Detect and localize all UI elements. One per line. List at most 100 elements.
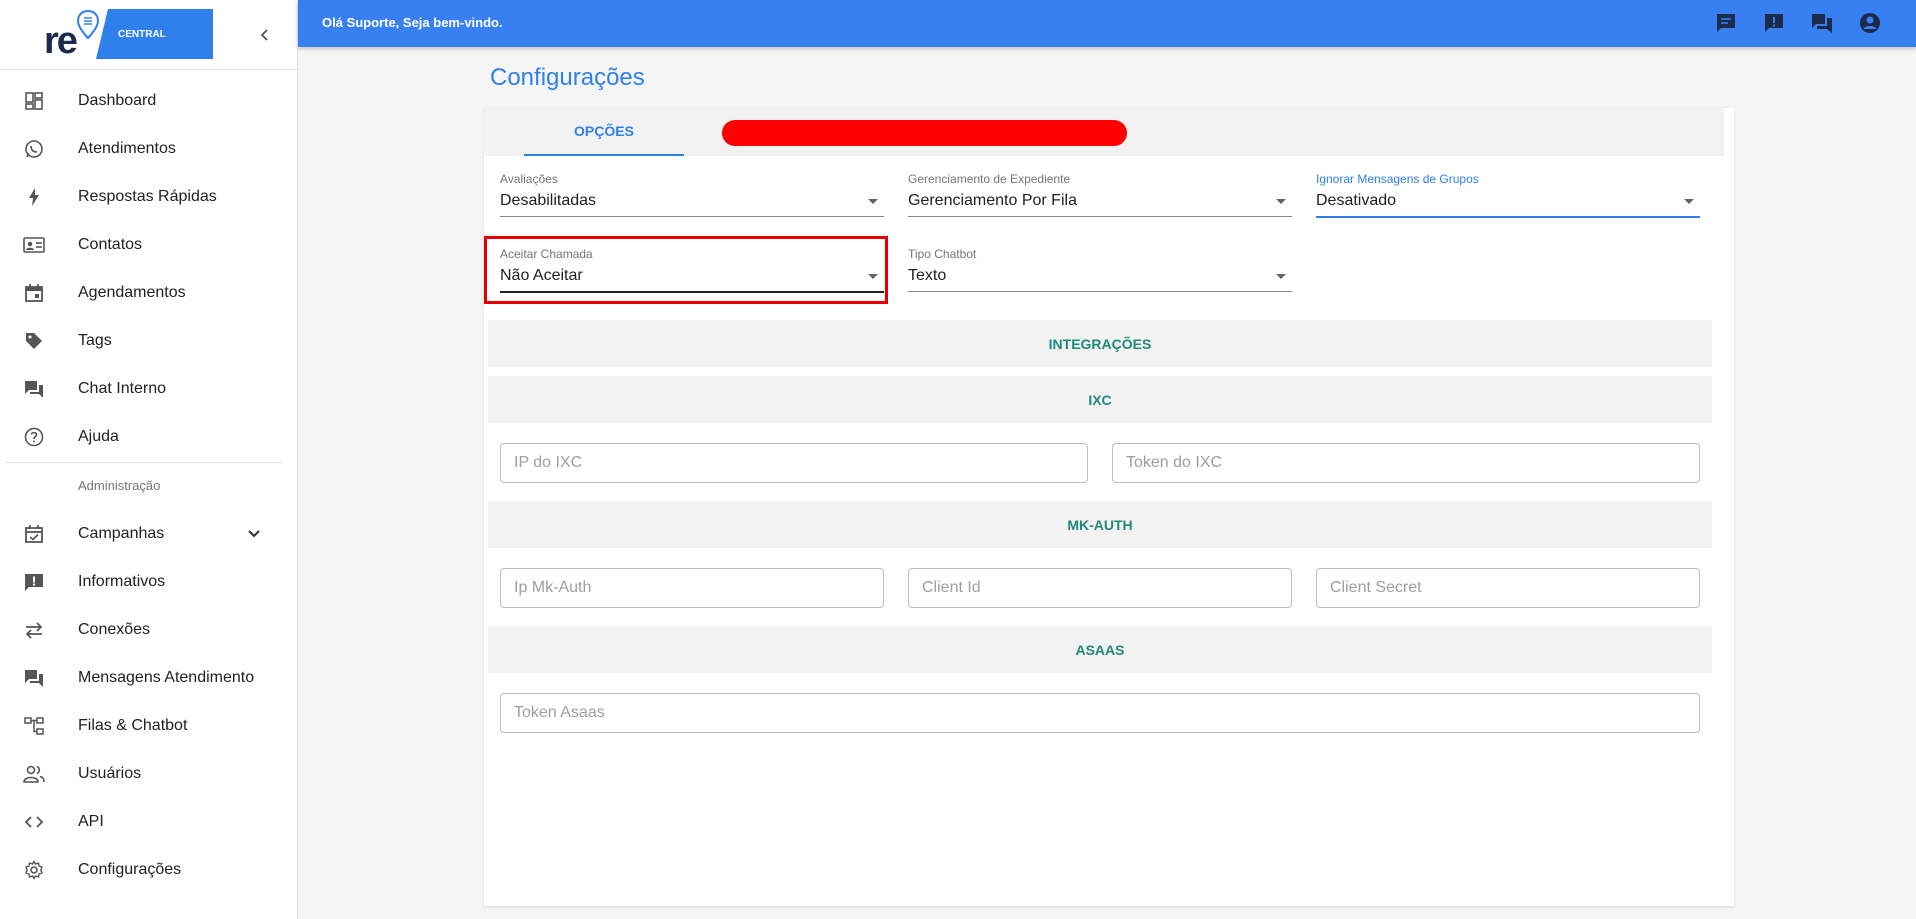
sidebar-item-label: Informativos: [78, 573, 166, 590]
sidebar-item-contatos[interactable]: Contatos: [0, 221, 298, 269]
logo-area: re CENTRAL: [0, 0, 297, 70]
sidebar-item-atendimentos[interactable]: Atendimentos: [0, 125, 298, 173]
announcement-icon[interactable]: [1762, 11, 1786, 35]
tipo-chatbot-select[interactable]: Tipo Chatbot Texto: [908, 247, 1292, 301]
asaas-token-input[interactable]: [500, 693, 1700, 733]
sidebar-item-label: Configurações: [78, 861, 182, 878]
field-underline: [908, 216, 1292, 217]
ixc-ip-input[interactable]: [500, 443, 1088, 483]
field-value: Desativado: [1316, 192, 1397, 209]
tab-opcoes[interactable]: OPÇÕES: [524, 108, 684, 156]
tabs-bar: OPÇÕES: [484, 108, 1724, 156]
sidebar-item-label: Contatos: [78, 236, 143, 253]
event-check-icon: [22, 522, 46, 546]
dropdown-arrow-icon: [1684, 199, 1694, 204]
field-underline: [908, 291, 1292, 292]
sidebar-item-label: Respostas Rápidas: [78, 188, 217, 205]
sidebar-item-label: Ajuda: [78, 428, 119, 445]
sidebar-item-agendamentos[interactable]: Agendamentos: [0, 269, 298, 317]
collapse-sidebar-button[interactable]: [254, 24, 276, 46]
logo-banner: CENTRAL: [96, 9, 213, 59]
sidebar-item-label: Agendamentos: [78, 284, 186, 301]
sidebar-divider: [6, 462, 281, 463]
sidebar-item-respostas-rapidas[interactable]: Respostas Rápidas: [0, 173, 298, 221]
sidebar-item-conexoes[interactable]: Conexões: [0, 606, 298, 654]
dropdown-arrow-icon: [1276, 199, 1286, 204]
sidebar-item-chat-interno[interactable]: Chat Interno: [0, 365, 298, 413]
logo-text: re: [44, 20, 78, 62]
flash-icon: [22, 185, 46, 209]
field-underline: [500, 291, 884, 293]
ixc-header[interactable]: IXC: [488, 376, 1712, 423]
dashboard-icon: [22, 89, 46, 113]
sidebar-item-label: Filas & Chatbot: [78, 717, 188, 734]
field-label: Ignorar Mensagens de Grupos: [1316, 172, 1479, 186]
chevron-left-icon: [260, 29, 268, 41]
calendar-icon: [22, 281, 46, 305]
chevron-down-icon: [242, 522, 266, 546]
sidebar-item-label: Mensagens Atendimento: [78, 669, 255, 686]
aceitar-chamada-select[interactable]: Aceitar Chamada Não Aceitar: [500, 247, 884, 301]
field-value: Gerenciamento Por Fila: [908, 192, 1077, 209]
page-title: Configurações: [490, 64, 645, 91]
field-label: Avaliações: [500, 172, 558, 186]
top-app-bar: Olá Suporte, Seja bem-vindo.: [298, 0, 1916, 47]
gear-icon: [22, 858, 46, 882]
sidebar-item-tags[interactable]: Tags: [0, 317, 298, 365]
avaliacoes-select[interactable]: Avaliações Desabilitadas: [500, 172, 884, 226]
tag-icon: [22, 329, 46, 353]
field-underline: [500, 216, 884, 217]
field-label: Tipo Chatbot: [908, 247, 977, 261]
sidebar-item-informativos[interactable]: Informativos: [0, 558, 298, 606]
sidebar-item-label: API: [78, 813, 104, 830]
dropdown-arrow-icon: [868, 199, 878, 204]
field-value: Texto: [908, 267, 947, 284]
field-value: Não Aceitar: [500, 267, 583, 284]
ignorar-grupos-select[interactable]: Ignorar Mensagens de Grupos Desativado: [1316, 172, 1700, 226]
whatsapp-icon: [22, 137, 46, 161]
sidebar-item-label: Atendimentos: [78, 140, 176, 157]
help-icon: [22, 425, 46, 449]
field-label: Aceitar Chamada: [500, 247, 593, 261]
sidebar-item-label: Tags: [78, 332, 112, 349]
sidebar-item-mensagens-atendimento[interactable]: Mensagens Atendimento: [0, 654, 298, 702]
chat-icon[interactable]: [1714, 11, 1738, 35]
expediente-select[interactable]: Gerenciamento de Expediente Gerenciament…: [908, 172, 1292, 226]
sidebar-item-label: Campanhas: [78, 525, 165, 542]
sidebar-item-configuracoes[interactable]: Configurações: [0, 846, 298, 894]
mkauth-ip-input[interactable]: [500, 568, 884, 608]
admin-subheader: Administração: [78, 478, 161, 493]
greeting-text: Olá Suporte, Seja bem-vindo.: [322, 15, 503, 30]
sidebar-item-label: Dashboard: [78, 92, 157, 109]
forum-icon[interactable]: [1810, 11, 1834, 35]
dropdown-arrow-icon: [1276, 274, 1286, 279]
account-circle-icon[interactable]: [1858, 11, 1882, 35]
sync-arrows-icon: [22, 618, 46, 642]
sidebar-item-filas-chatbot[interactable]: Filas & Chatbot: [0, 702, 298, 750]
asaas-header[interactable]: ASAAS: [488, 626, 1712, 673]
forum-icon: [22, 666, 46, 690]
sidebar-item-label: Chat Interno: [78, 380, 167, 397]
code-icon: [22, 810, 46, 834]
account-tree-icon: [22, 714, 46, 738]
sidebar-item-label: Usuários: [78, 765, 142, 782]
mkauth-header[interactable]: MK-AUTH: [488, 501, 1712, 548]
dropdown-arrow-icon: [868, 274, 878, 279]
sidebar-item-usuarios[interactable]: Usuários: [0, 750, 298, 798]
integracoes-header[interactable]: INTEGRAÇÕES: [488, 320, 1712, 367]
redacted-tab: [722, 120, 1127, 146]
mkauth-client-id-input[interactable]: [908, 568, 1292, 608]
people-icon: [22, 762, 46, 786]
sidebar-item-campanhas[interactable]: Campanhas: [0, 510, 298, 558]
ixc-token-input[interactable]: [1112, 443, 1700, 483]
sidebar-item-ajuda[interactable]: Ajuda: [0, 413, 298, 461]
sidebar-item-label: Conexões: [78, 621, 151, 638]
sidebar-item-dashboard[interactable]: Dashboard: [0, 77, 298, 125]
mkauth-client-secret-input[interactable]: [1316, 568, 1700, 608]
field-value: Desabilitadas: [500, 192, 597, 209]
contact-card-icon: [22, 233, 46, 257]
logo-pin-icon: [76, 10, 100, 40]
sidebar-item-api[interactable]: API: [0, 798, 298, 846]
field-underline: [1316, 216, 1700, 218]
field-label: Gerenciamento de Expediente: [908, 172, 1071, 186]
